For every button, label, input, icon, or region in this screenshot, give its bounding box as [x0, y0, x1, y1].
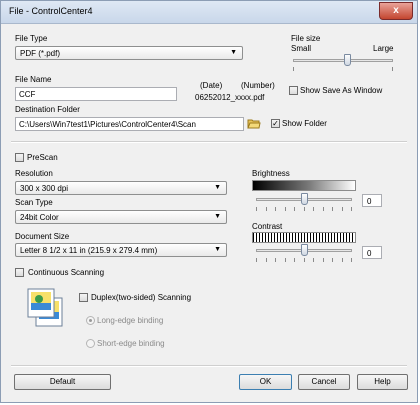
file-name-value: CCF: [19, 90, 36, 99]
file-type-select[interactable]: PDF (*.pdf) ▼: [15, 46, 243, 60]
slider-tick: [313, 258, 314, 262]
slider-tick: [304, 258, 305, 262]
file-type-label: File Type: [15, 34, 48, 43]
close-icon: x: [393, 5, 399, 16]
brightness-label: Brightness: [252, 169, 290, 178]
slider-tick: [275, 258, 276, 262]
file-type-value: PDF (*.pdf): [20, 49, 61, 58]
ok-button[interactable]: OK: [239, 374, 292, 390]
slider-tick: [285, 207, 286, 211]
short-edge-binding-radio[interactable]: [86, 339, 95, 348]
slider-tick: [256, 207, 257, 211]
checkmark-icon: ✓: [272, 119, 279, 128]
file-size-large-label: Large: [373, 44, 394, 53]
prescan-label: PreScan: [27, 153, 58, 162]
duplex-scanning-checkbox[interactable]: [79, 293, 88, 302]
resolution-label: Resolution: [15, 169, 53, 178]
scan-type-label: Scan Type: [15, 198, 53, 207]
document-size-value: Letter 8 1/2 x 11 in (215.9 x 279.4 mm): [20, 246, 158, 255]
brightness-slider-thumb[interactable]: [301, 193, 308, 205]
slider-tick: [275, 207, 276, 211]
slider-tick: [342, 258, 343, 262]
file-size-ticks: [293, 67, 393, 71]
long-edge-binding-radio[interactable]: [86, 316, 95, 325]
document-size-label: Document Size: [15, 232, 70, 241]
prescan-checkbox[interactable]: [15, 153, 24, 162]
show-save-as-window-label: Show Save As Window: [300, 86, 383, 95]
resolution-value: 300 x 300 dpi: [20, 184, 69, 193]
chevron-down-icon: ▼: [214, 184, 221, 191]
file-size-small-label: Small: [291, 44, 312, 53]
slider-tick: [266, 258, 267, 262]
chevron-down-icon: ▼: [214, 246, 221, 253]
slider-tick: [285, 258, 286, 262]
close-button[interactable]: x: [379, 2, 413, 20]
continuous-scanning-label: Continuous Scanning: [28, 268, 105, 277]
duplex-pages-icon: [26, 287, 66, 329]
scan-type-select[interactable]: 24bit Color ▼: [15, 210, 227, 224]
brightness-ticks: [256, 207, 352, 211]
file-name-label: File Name: [15, 75, 52, 84]
radio-selected-dot: [89, 319, 92, 322]
slider-tick: [313, 207, 314, 211]
window-title: File - ControlCenter4: [9, 6, 93, 16]
help-button[interactable]: Help: [357, 374, 408, 390]
destination-folder-input[interactable]: C:\Users\Win7test1\Pictures\ControlCente…: [15, 117, 244, 131]
file-size-label: File size: [291, 34, 321, 43]
slider-tick: [332, 207, 333, 211]
number-header: (Number): [241, 81, 275, 90]
slider-tick: [266, 207, 267, 211]
contrast-value: 0: [367, 249, 372, 258]
file-name-suffix-preview: 06252012_xxxx.pdf: [195, 93, 265, 102]
file-size-slider-track: [293, 59, 393, 62]
slider-tick: [323, 258, 324, 262]
contrast-value-field[interactable]: 0: [362, 246, 382, 259]
show-folder-label: Show Folder: [282, 119, 327, 128]
brightness-value: 0: [367, 197, 372, 206]
file-size-slider-thumb[interactable]: [344, 54, 351, 66]
default-button[interactable]: Default: [14, 374, 111, 390]
continuous-scanning-checkbox[interactable]: [15, 268, 24, 277]
slider-tick: [294, 207, 295, 211]
scan-type-value: 24bit Color: [20, 213, 59, 222]
file-name-input[interactable]: CCF: [15, 87, 177, 101]
brightness-gradient: [252, 180, 356, 191]
contrast-pattern: [252, 232, 356, 243]
resolution-select[interactable]: 300 x 300 dpi ▼: [15, 181, 227, 195]
contrast-slider-thumb[interactable]: [301, 244, 308, 256]
slider-tick: [351, 207, 352, 211]
chevron-down-icon: ▼: [214, 213, 221, 220]
folder-browse-icon[interactable]: [247, 118, 261, 129]
contrast-ticks: [256, 258, 352, 262]
controlcenter4-dialog: File - ControlCenter4 x File Type PDF (*…: [0, 0, 418, 403]
slider-tick: [256, 258, 257, 262]
brightness-value-field[interactable]: 0: [362, 194, 382, 207]
slider-tick: [332, 258, 333, 262]
show-save-as-window-checkbox[interactable]: [289, 86, 298, 95]
document-size-select[interactable]: Letter 8 1/2 x 11 in (215.9 x 279.4 mm) …: [15, 243, 227, 257]
short-edge-binding-label: Short-edge binding: [97, 339, 165, 348]
title-bar[interactable]: File - ControlCenter4 x: [1, 1, 417, 24]
section-divider: [11, 141, 407, 143]
slider-tick: [304, 207, 305, 211]
cancel-button[interactable]: Cancel: [298, 374, 350, 390]
slider-tick: [342, 207, 343, 211]
contrast-label: Contrast: [252, 222, 283, 231]
slider-tick: [351, 258, 352, 262]
slider-tick: [323, 207, 324, 211]
duplex-scanning-label: Duplex(two-sided) Scanning: [91, 293, 192, 302]
footer-divider: [11, 365, 407, 367]
chevron-down-icon: ▼: [230, 49, 237, 56]
slider-tick: [294, 258, 295, 262]
destination-folder-value: C:\Users\Win7test1\Pictures\ControlCente…: [19, 120, 196, 129]
long-edge-binding-label: Long-edge binding: [97, 316, 164, 325]
destination-folder-label: Destination Folder: [15, 105, 80, 114]
show-folder-checkbox[interactable]: ✓: [271, 119, 280, 128]
date-header: (Date): [200, 81, 223, 90]
